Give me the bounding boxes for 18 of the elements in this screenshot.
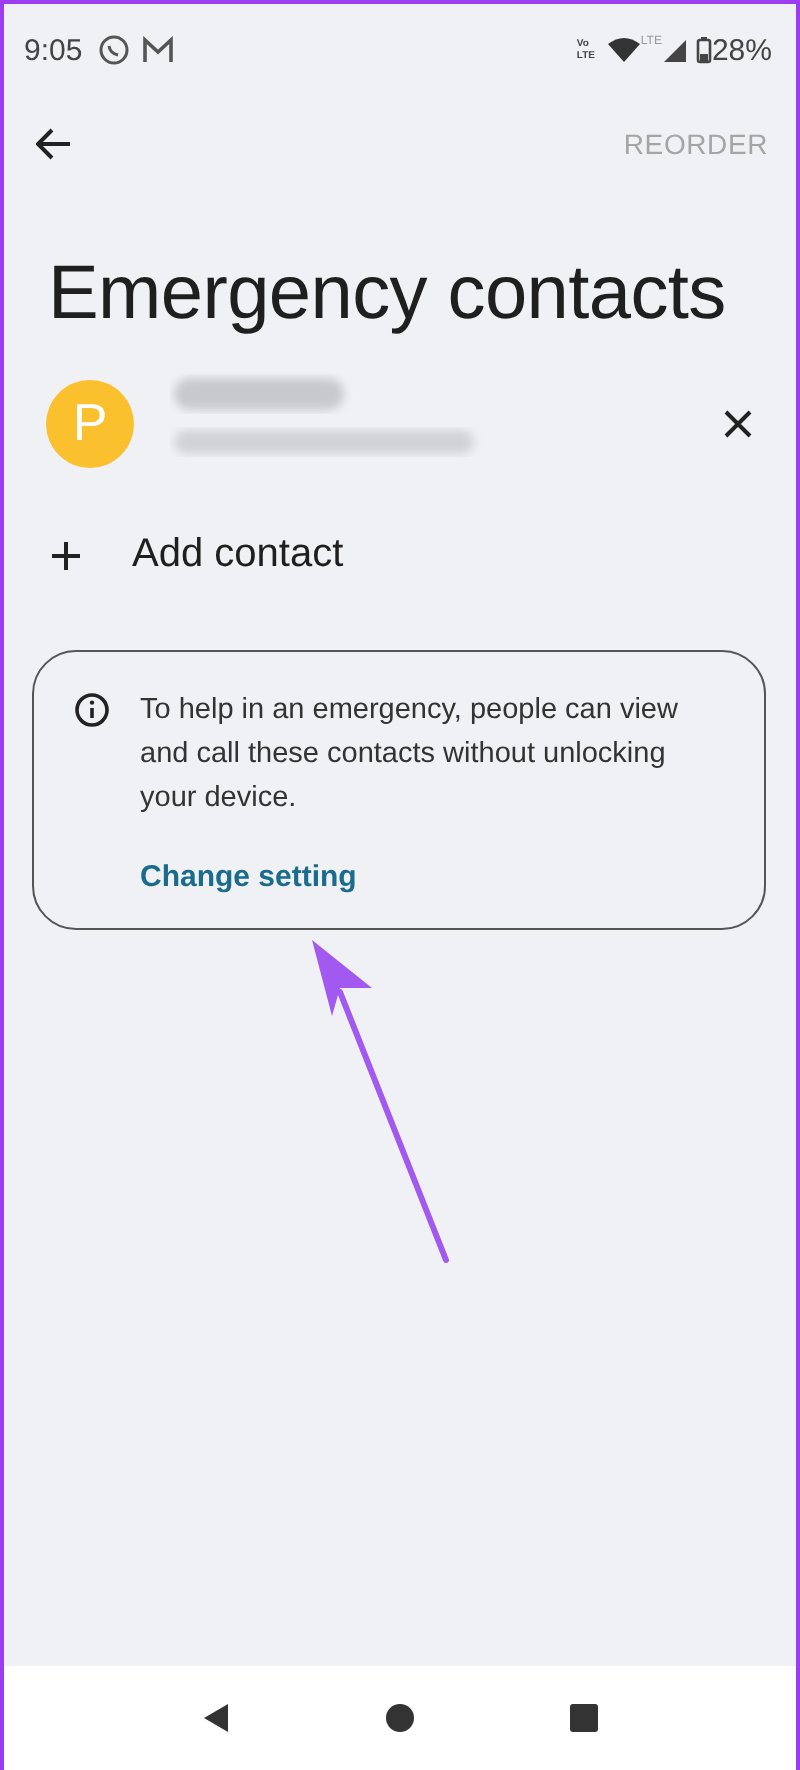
info-icon: [74, 692, 110, 728]
battery-icon: [695, 36, 712, 64]
info-text: To help in an emergency, people can view and call these contacts without unlocking your device.: [140, 692, 680, 818]
clock: 9:05: [24, 33, 83, 67]
page-title: Emergency contacts: [48, 252, 728, 338]
wifi-icon: [608, 38, 641, 62]
avatar: P: [46, 379, 134, 467]
back-icon[interactable]: [36, 128, 72, 160]
plus-icon: [52, 541, 80, 569]
chat-icon: [98, 34, 131, 66]
add-contact-button[interactable]: Add contact: [52, 532, 344, 578]
back-nav-icon[interactable]: [202, 1702, 230, 1734]
mail-icon: [142, 36, 175, 64]
signal-icon: [663, 39, 686, 61]
battery-percent: 28%: [711, 33, 772, 67]
change-setting-link[interactable]: Change setting: [140, 856, 724, 900]
home-icon[interactable]: [386, 1704, 414, 1732]
close-icon[interactable]: [724, 409, 752, 437]
